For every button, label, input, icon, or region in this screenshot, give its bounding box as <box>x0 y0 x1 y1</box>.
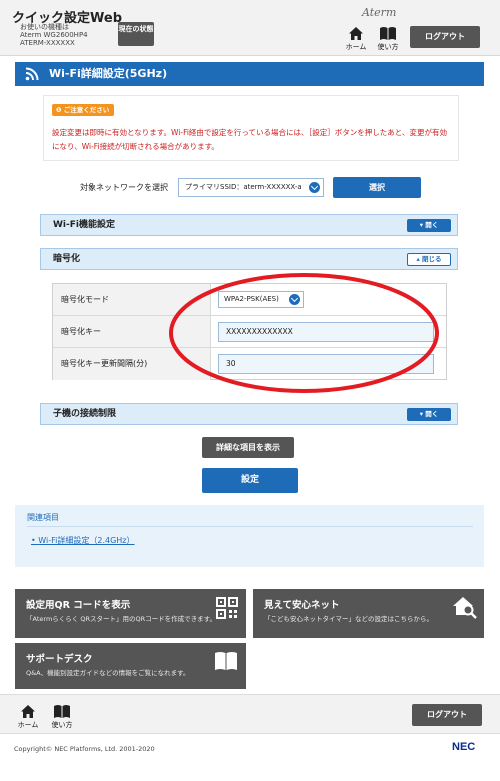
encryption-key-input[interactable]: XXXXXXXXXXXXX <box>218 322 434 342</box>
show-details-button[interactable]: 詳細な項目を表示 <box>202 437 294 458</box>
related-link-label: Wi-Fi詳細設定（2.4GHz） <box>38 536 135 545</box>
header: クイック設定Web お使いの機種は Aterm WG2600HP4 ATERM-… <box>0 0 500 56</box>
device-info-label: お使いの機種は <box>20 23 69 31</box>
show-details-label: 詳細な項目を表示 <box>216 443 280 452</box>
page-title-bar: Wi-Fi詳細設定(5GHz) <box>15 62 484 86</box>
home-nav[interactable]: ホーム <box>342 26 370 52</box>
qr-code-icon <box>216 597 238 619</box>
section-encryption-title: 暗号化 <box>53 254 81 264</box>
qr-code-tile[interactable]: 設定用QR コードを表示 「Atermらくらく QRスタート」用のQRコードを作… <box>15 589 246 638</box>
related-heading: 関連項目 <box>27 513 59 522</box>
encryption-key-label: 暗号化キー <box>53 316 211 347</box>
encryption-mode-label: 暗号化モード <box>53 284 211 315</box>
safe-tile-title: 見えて安心ネット <box>264 600 340 611</box>
encryption-mode-value: WPA2-PSK(AES) <box>224 295 279 303</box>
section-access-limit-title: 子機の接続制限 <box>53 409 117 419</box>
encryption-toggle-label: 閉じる <box>422 255 442 263</box>
select-network-label: 選択 <box>369 183 385 192</box>
encryption-key-value: XXXXXXXXXXXXX <box>226 327 293 336</box>
encryption-close-button[interactable]: ▴ 閉じる <box>407 253 451 266</box>
notice-badge: ❶ ご注意ください <box>52 104 115 116</box>
help-nav[interactable]: 使い方 <box>374 26 402 52</box>
aterm-logo: Aterm <box>362 6 397 19</box>
section-encryption: 暗号化 ▴ 閉じる <box>40 248 458 270</box>
key-interval-input[interactable]: 30 <box>218 354 434 374</box>
support-desk-tile[interactable]: サポートデスク Q&A、機能別設定ガイドなどの情報をご覧になれます。 <box>15 643 246 689</box>
home-nav-bottom[interactable]: ホーム <box>14 704 42 730</box>
table-row: 暗号化モード WPA2-PSK(AES) <box>53 284 446 316</box>
chevron-down-icon <box>309 182 320 193</box>
logout-label-bottom: ログアウト <box>427 710 467 719</box>
home-icon <box>349 27 363 40</box>
page-title: Wi-Fi詳細設定(5GHz) <box>49 67 168 80</box>
book-icon <box>54 705 70 718</box>
book-icon <box>380 27 396 40</box>
help-label: 使い方 <box>377 43 399 51</box>
encryption-mode-select[interactable]: WPA2-PSK(AES) <box>218 291 304 308</box>
footer-bar: ホーム 使い方 ログアウト <box>0 694 500 734</box>
section-wifi-function-title: Wi-Fi機能設定 <box>53 220 115 230</box>
wifi-icon <box>25 67 39 81</box>
device-model: Aterm WG2600HP4 <box>20 31 88 39</box>
access-limit-toggle-label: 開く <box>425 410 439 418</box>
section-wifi-function: Wi-Fi機能設定 ▾ 開く <box>40 214 458 236</box>
section-access-limit: 子機の接続制限 ▾ 開く <box>40 403 458 425</box>
submit-label: 設定 <box>240 475 259 485</box>
notice-box: ❶ ご注意ください 設定変更は即時に有効となります。Wi-Fi経由で設定を行って… <box>43 95 459 161</box>
device-ssid: ATERM-XXXXXX <box>20 39 75 47</box>
network-select-label: 対象ネットワークを選択 <box>80 183 168 192</box>
select-network-button[interactable]: 選択 <box>333 177 421 198</box>
support-tile-title: サポートデスク <box>26 654 93 665</box>
home-search-icon <box>453 597 477 619</box>
wifi-function-open-button[interactable]: ▾ 開く <box>407 219 451 232</box>
notice-badge-label: ご注意ください <box>63 106 110 114</box>
qr-tile-desc: 「Atermらくらく QRスタート」用のQRコードを作成できます。 <box>26 615 216 623</box>
mieteanshin-tile[interactable]: 見えて安心ネット 「こども安心ネットタイマー」などの設定はこちらから。 <box>253 589 484 638</box>
support-tile-desc: Q&A、機能別設定ガイドなどの情報をご覧になれます。 <box>26 669 190 677</box>
safe-tile-desc: 「こども安心ネットタイマー」などの設定はこちらから。 <box>264 615 433 623</box>
home-icon <box>21 705 35 718</box>
table-row: 暗号化キー XXXXXXXXXXXXX <box>53 316 446 348</box>
info-icon: ❶ <box>56 106 64 114</box>
table-row: 暗号化キー更新間隔(分) 30 <box>53 348 446 380</box>
help-label-bottom: 使い方 <box>51 721 73 729</box>
logout-button-top[interactable]: ログアウト <box>410 26 480 48</box>
network-select-value: プライマリSSID：aterm-XXXXXX-a <box>185 183 302 191</box>
submit-button[interactable]: 設定 <box>202 468 298 493</box>
key-interval-label: 暗号化キー更新間隔(分) <box>53 348 211 380</box>
related-box: 関連項目 • Wi-Fi詳細設定（2.4GHz） <box>15 505 484 567</box>
notice-text: 設定変更は即時に有効となります。Wi-Fi経由で設定を行っている場合には、［設定… <box>52 128 447 151</box>
encryption-table: 暗号化モード WPA2-PSK(AES) 暗号化キー XXXXXXXXXXXXX… <box>52 283 447 380</box>
current-status-button[interactable]: 現在の状態 <box>118 22 154 46</box>
logout-button-bottom[interactable]: ログアウト <box>412 704 482 726</box>
help-nav-bottom[interactable]: 使い方 <box>48 704 76 730</box>
device-info: お使いの機種は Aterm WG2600HP4 ATERM-XXXXXX <box>20 23 88 47</box>
copyright: Copyright© NEC Platforms, Ltd. 2001-2020 <box>14 745 155 753</box>
qr-tile-title: 設定用QR コードを表示 <box>26 600 131 611</box>
related-divider <box>27 526 473 527</box>
book-icon <box>215 652 237 670</box>
network-select[interactable]: プライマリSSID：aterm-XXXXXX-a <box>178 178 324 197</box>
home-label-bottom: ホーム <box>17 721 39 729</box>
current-status-label: 現在の状態 <box>118 25 154 33</box>
wifi-function-toggle-label: 開く <box>425 221 439 229</box>
logout-label: ログアウト <box>425 32 465 41</box>
home-label: ホーム <box>345 43 367 51</box>
nec-logo: NEC <box>452 741 476 753</box>
key-interval-value: 30 <box>226 359 236 368</box>
related-link-wifi-24ghz[interactable]: • Wi-Fi詳細設定（2.4GHz） <box>31 535 135 546</box>
chevron-down-icon <box>289 294 300 305</box>
access-limit-open-button[interactable]: ▾ 開く <box>407 408 451 421</box>
